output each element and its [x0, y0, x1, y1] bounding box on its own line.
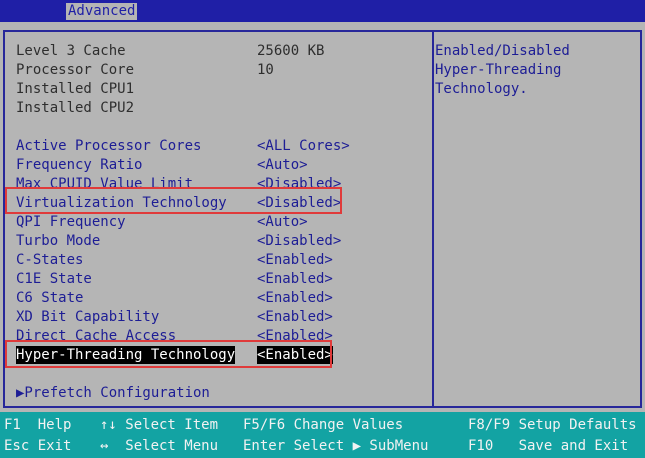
key-help-select-item: ↑↓ Select Item: [100, 417, 219, 433]
setting-value[interactable]: <Enabled>: [257, 289, 333, 307]
info-label: Installed CPU1: [16, 81, 135, 97]
setting-value[interactable]: <Enabled>: [257, 270, 333, 288]
info-label: Level 3 Cache: [16, 43, 126, 59]
info-value: 10: [257, 62, 274, 78]
setting-label: QPI Frequency: [16, 214, 126, 230]
setting-value[interactable]: <Disabled>: [257, 232, 341, 250]
key-help-save-exit: F10 Save and Exit: [468, 438, 629, 454]
info-label: Installed CPU2: [16, 100, 135, 116]
setting-frequency-ratio[interactable]: Frequency Ratio <Auto>: [16, 156, 426, 174]
help-line: Hyper-Threading: [435, 62, 562, 78]
setting-qpi-frequency[interactable]: QPI Frequency <Auto>: [16, 213, 426, 231]
setting-value[interactable]: <ALL Cores>: [257, 137, 350, 155]
setting-c1e-state[interactable]: C1E State <Enabled>: [16, 270, 426, 288]
setting-c6-state[interactable]: C6 State <Enabled>: [16, 289, 426, 307]
submenu-label: ▶Prefetch Configuration: [16, 385, 210, 401]
setting-value[interactable]: <Auto>: [257, 156, 308, 174]
key-help-f1: F1 Help: [4, 417, 72, 433]
setting-label: C6 State: [16, 290, 84, 306]
bios-menu-bar: Advanced: [0, 0, 645, 22]
setting-active-processor-cores[interactable]: Active Processor Cores <ALL Cores>: [16, 137, 426, 155]
key-help-setup-defaults: F8/F9 Setup Defaults: [468, 417, 637, 433]
info-label: Processor Core: [16, 62, 135, 78]
info-row-installed-cpu1: Installed CPU1: [16, 80, 426, 98]
key-help-select-menu: ↔ Select Menu: [100, 438, 219, 454]
help-line: Enabled/Disabled: [435, 43, 570, 59]
setting-c-states[interactable]: C-States <Enabled>: [16, 251, 426, 269]
setting-label: XD Bit Capability: [16, 309, 160, 325]
submenu-prefetch-configuration[interactable]: ▶Prefetch Configuration: [16, 384, 426, 402]
info-row-processor-core: Processor Core 10: [16, 61, 426, 79]
key-help-footer: F1 Help Esc Exit ↑↓ Select Item ↔ Select…: [0, 412, 645, 458]
key-help-enter: Enter Select ▶ SubMenu: [243, 438, 429, 454]
setting-turbo-mode[interactable]: Turbo Mode <Disabled>: [16, 232, 426, 250]
tab-advanced[interactable]: Advanced: [66, 3, 138, 20]
setting-value[interactable]: <Auto>: [257, 213, 308, 231]
setting-label: Frequency Ratio: [16, 157, 143, 173]
key-help-esc: Esc Exit: [4, 438, 72, 454]
info-row-installed-cpu2: Installed CPU2: [16, 99, 426, 117]
panel-divider: [432, 32, 434, 406]
key-help-change-values: F5/F6 Change Values: [243, 417, 404, 433]
setting-value[interactable]: <Enabled>: [257, 308, 333, 326]
setting-label: C-States: [16, 252, 84, 268]
setting-xd-bit-capability[interactable]: XD Bit Capability <Enabled>: [16, 308, 426, 326]
info-row-l3-cache: Level 3 Cache 25600 KB: [16, 42, 426, 60]
highlight-virtualization: [5, 187, 342, 214]
highlight-hyper-threading: [5, 340, 332, 368]
setting-value[interactable]: <Enabled>: [257, 251, 333, 269]
setting-label: C1E State: [16, 271, 92, 287]
help-line: Technology.: [435, 81, 528, 97]
setting-label: Active Processor Cores: [16, 138, 202, 154]
info-value: 25600 KB: [257, 43, 325, 59]
setting-label: Turbo Mode: [16, 233, 101, 249]
